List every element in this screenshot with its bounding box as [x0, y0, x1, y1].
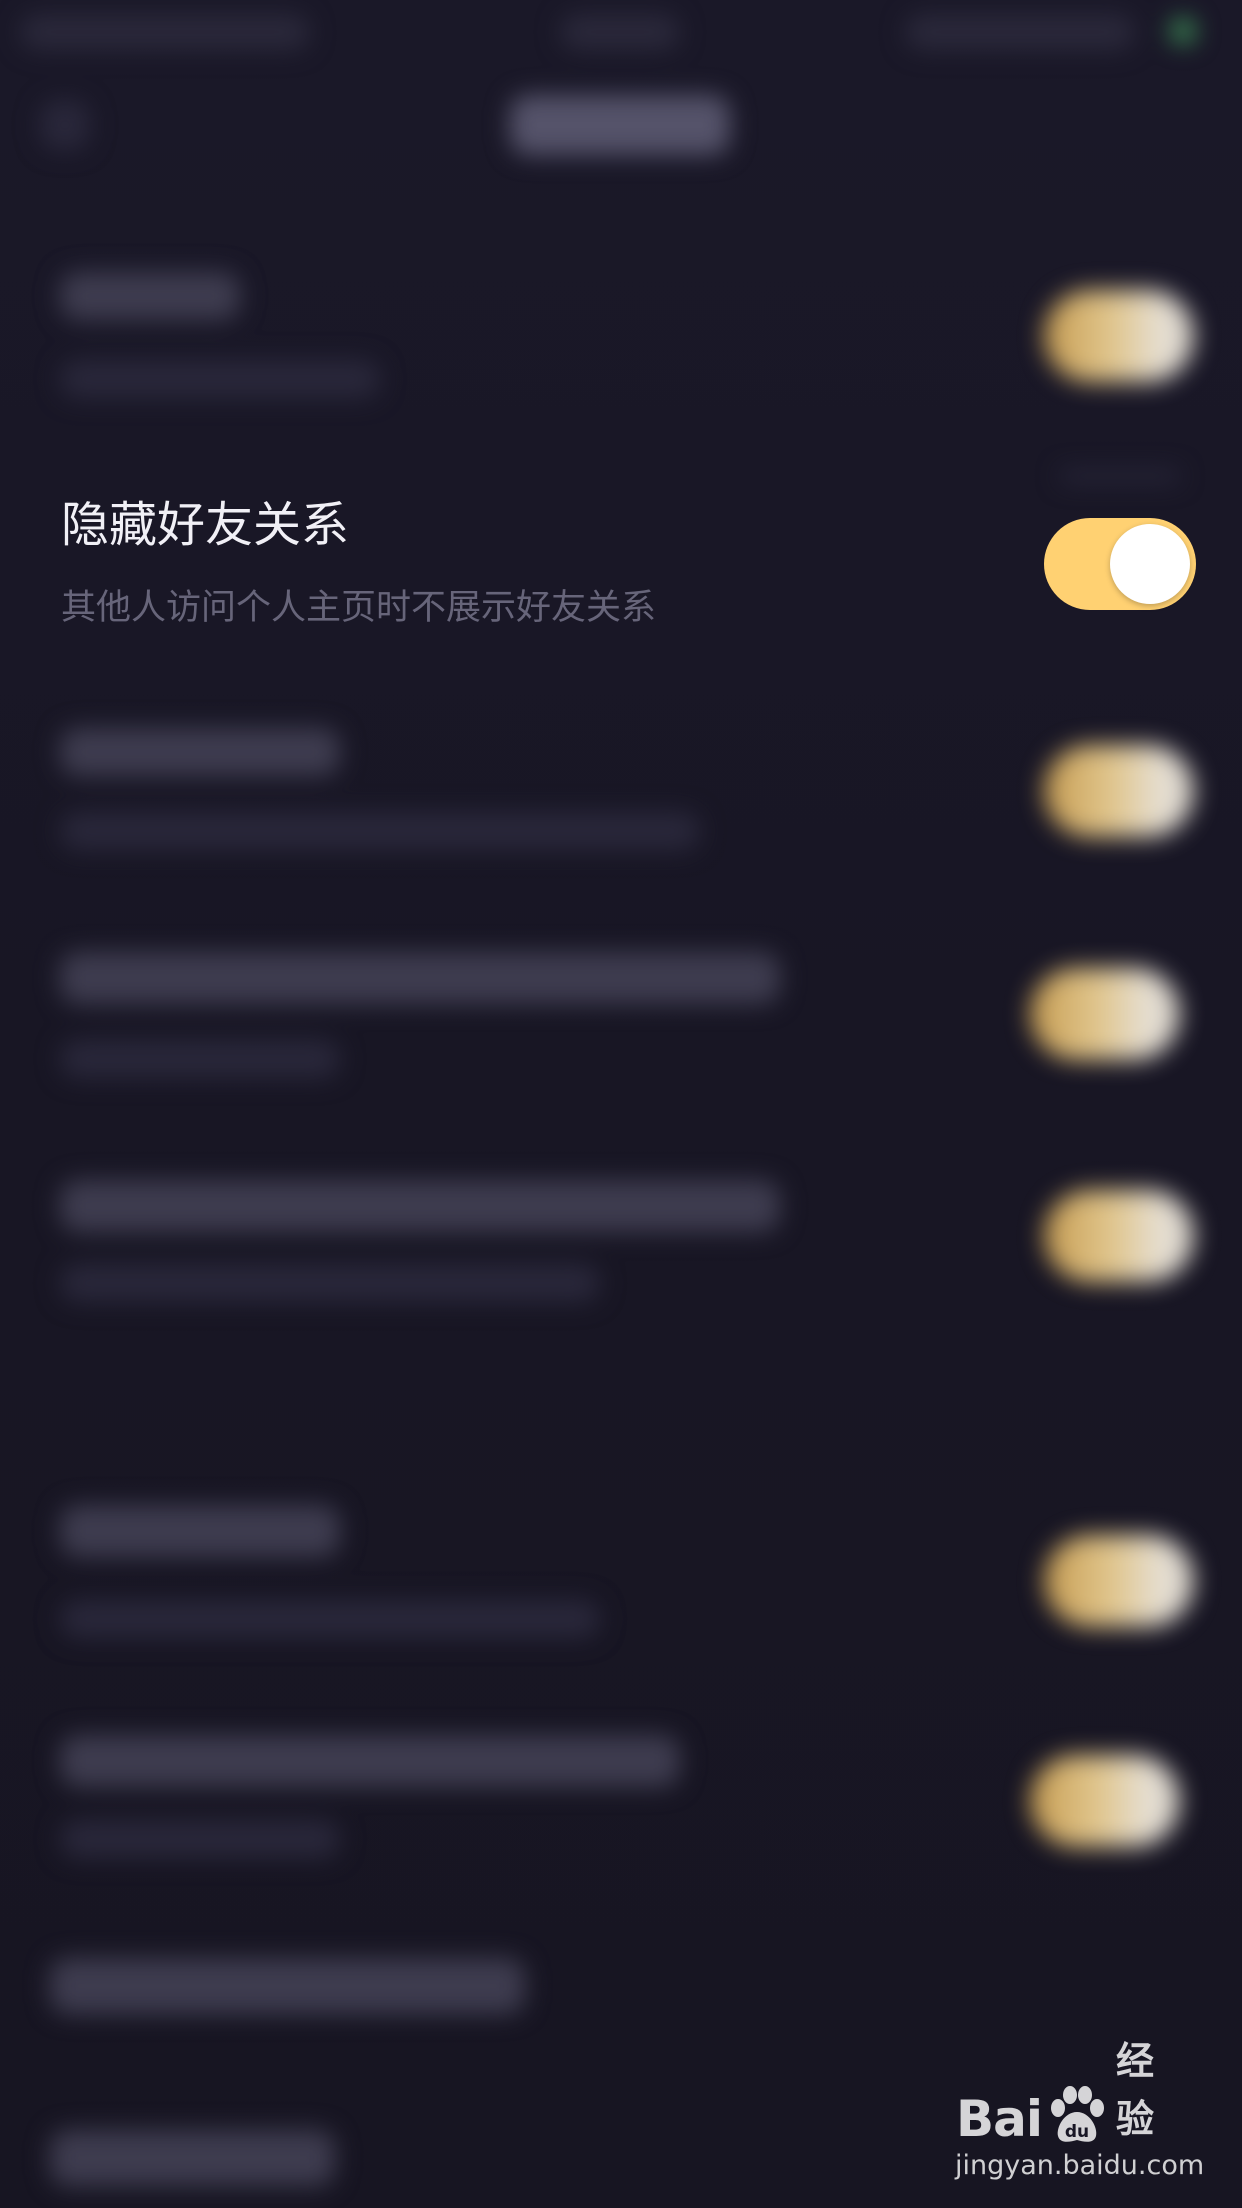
row6-desc-blur — [60, 1600, 600, 1638]
watermark-url: jingyan.baidu.com — [955, 2150, 1205, 2181]
row5-title-blur — [60, 1180, 780, 1232]
row7-desc-blur — [60, 1820, 340, 1858]
row1-desc-blur — [60, 360, 380, 398]
row9-title-blur — [50, 2130, 335, 2186]
svg-text:du: du — [1065, 2122, 1089, 2142]
watermark-brand-prefix: Bai — [956, 2090, 1043, 2148]
nav-title-blur — [510, 95, 730, 155]
row6-toggle-blur — [1044, 1535, 1194, 1627]
settings-screen: 隐藏好友关系 其他人访问个人主页时不展示好友关系 Bai du 经验 jingy… — [0, 0, 1242, 2208]
row1-title-blur — [60, 272, 240, 320]
paw-icon: du — [1044, 2084, 1110, 2148]
blurred-background — [0, 0, 1242, 2208]
hide-friend-relation-toggle[interactable] — [1044, 518, 1196, 610]
back-button-blur — [40, 100, 90, 150]
baidu-jingyan-watermark: Bai du 经验 jingyan.baidu.com — [950, 2039, 1204, 2190]
toggle-knob — [1110, 524, 1190, 604]
row7-toggle-blur — [1030, 1755, 1180, 1847]
row8-title-blur — [50, 1958, 525, 2014]
status-indicator-blur — [1170, 18, 1196, 44]
row3-desc-blur — [60, 812, 700, 850]
setting-description: 其他人访问个人主页时不展示好友关系 — [61, 588, 657, 628]
row6-title-blur — [60, 1505, 340, 1557]
row3-toggle-blur — [1044, 745, 1194, 837]
setting-title: 隐藏好友关系 — [61, 497, 350, 553]
row4-desc-blur — [60, 1040, 340, 1078]
row5-toggle-blur — [1044, 1190, 1194, 1282]
row4-toggle-blur — [1030, 968, 1180, 1060]
row4-title-blur — [60, 952, 780, 1004]
watermark-brand-suffix: 经验 — [1116, 2039, 1155, 2141]
row3-title-blur — [60, 728, 340, 776]
status-bar-left-blur — [20, 14, 310, 50]
row1-toggle-blur — [1044, 290, 1194, 382]
row7-title-blur — [60, 1735, 680, 1787]
row5-desc-blur — [60, 1264, 600, 1302]
status-bar-right-blur — [905, 14, 1135, 50]
watermark-logo-row: Bai du 经验 — [956, 2039, 1190, 2148]
status-bar-center-blur — [560, 14, 680, 50]
